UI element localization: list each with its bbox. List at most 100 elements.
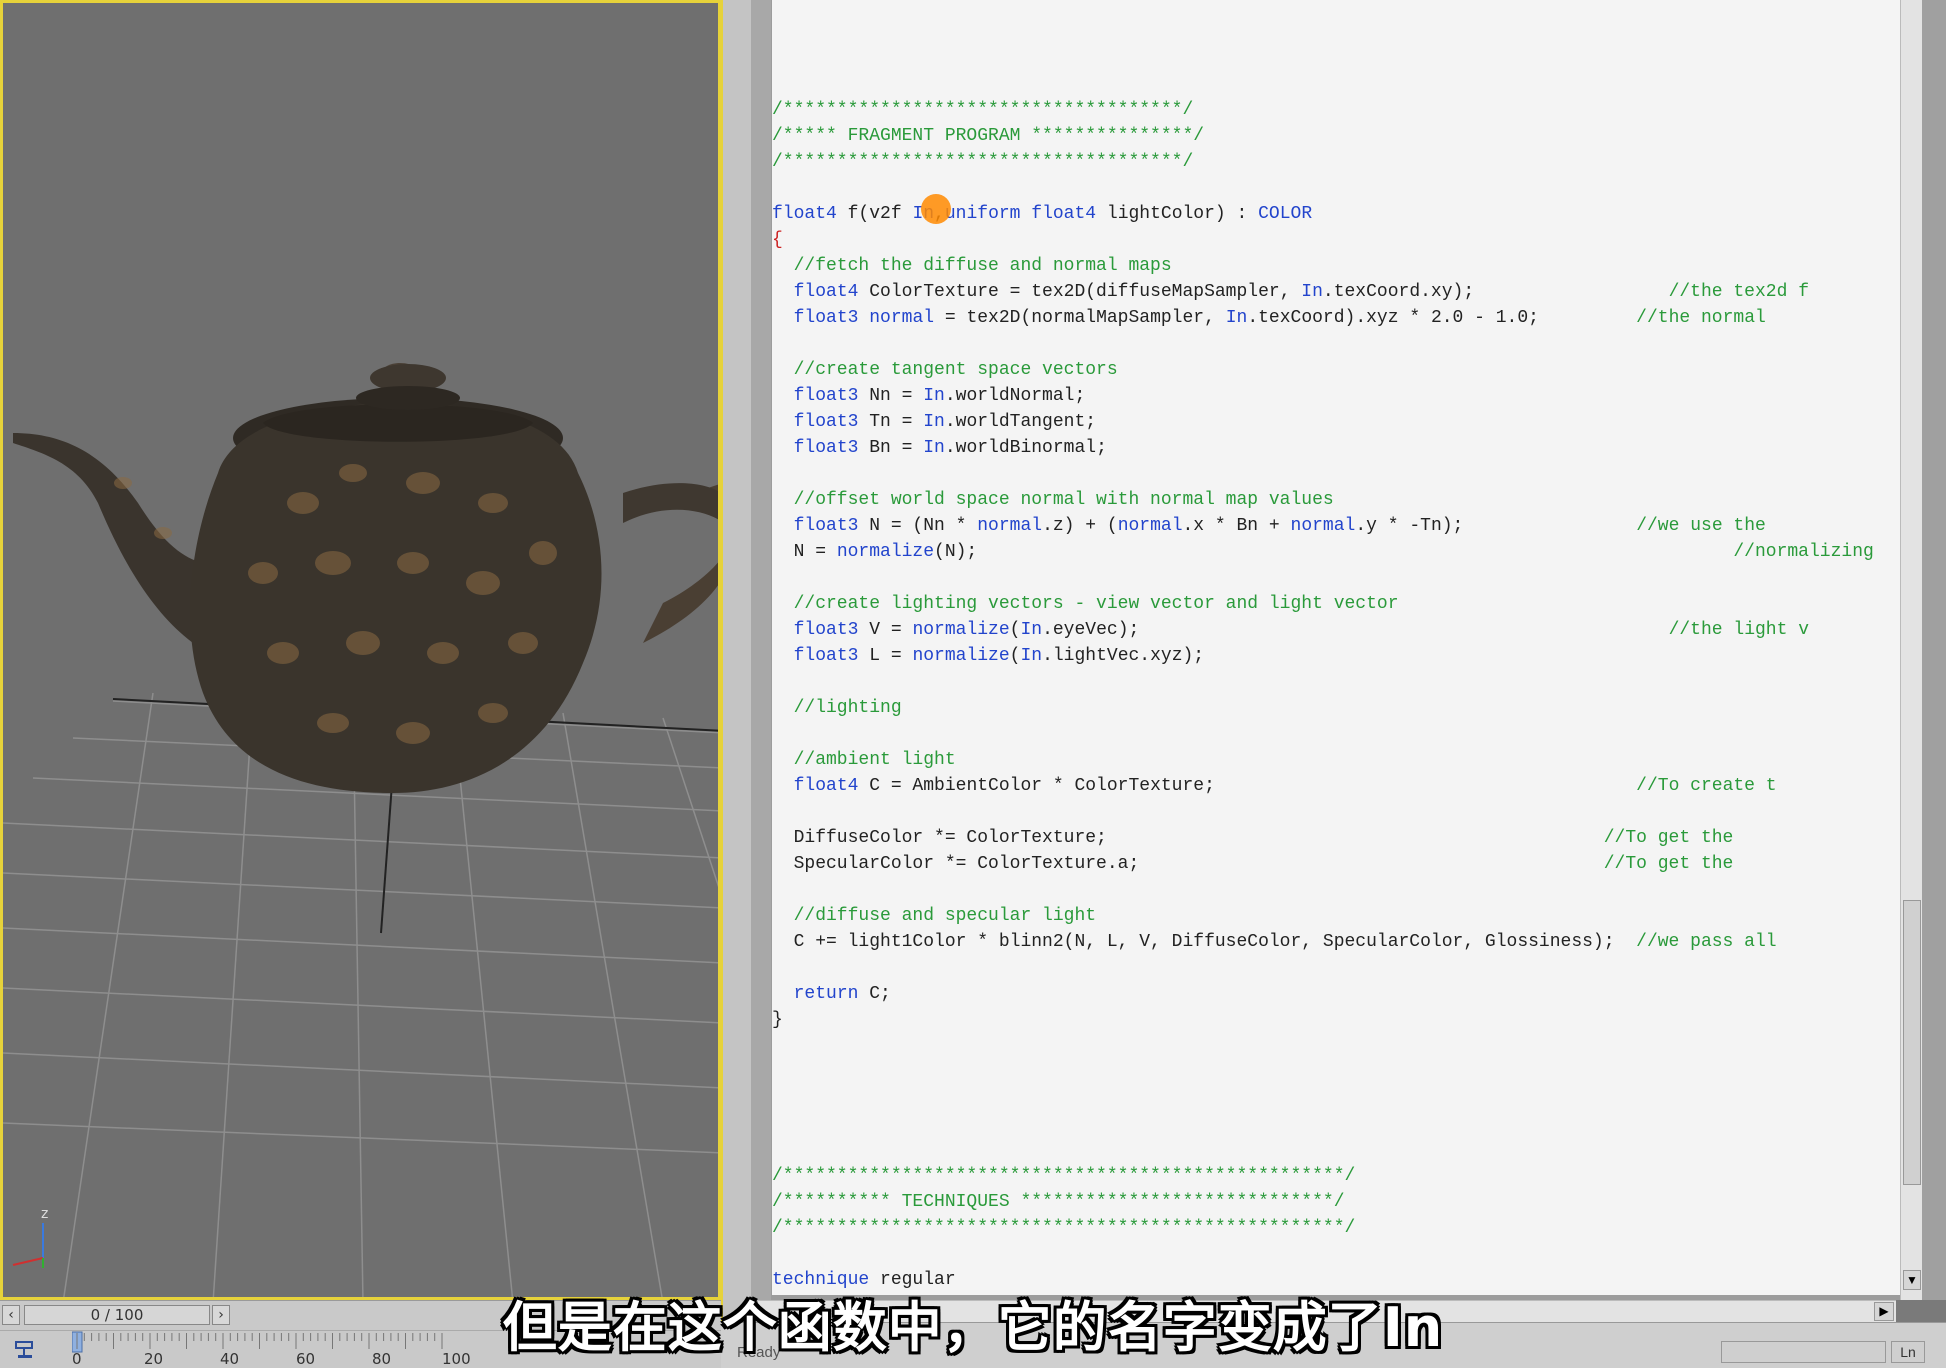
code-token: DiffuseColor *= ColorTexture;	[772, 828, 1107, 848]
code-line[interactable]: //diffuse and specular light	[772, 903, 1874, 929]
code-line[interactable]: //fetch the diffuse and normal maps	[772, 253, 1874, 279]
code-keyword: normal	[977, 516, 1043, 536]
code-line[interactable]: //create lighting vectors - view vector …	[772, 591, 1874, 617]
code-keyword: float3	[793, 646, 859, 666]
code-token: C;	[858, 984, 891, 1004]
code-keyword: float3	[793, 438, 859, 458]
code-token: = tex2D(normalMapSampler,	[934, 308, 1226, 328]
code-token: .worldBinormal;	[944, 438, 1107, 458]
code-line[interactable]: N = normalize(N); //normalizing	[772, 539, 1874, 565]
code-line[interactable]	[772, 1111, 1874, 1137]
code-line[interactable]: float3 L = normalize(In.lightVec.xyz);	[772, 643, 1874, 669]
code-token: {	[772, 230, 783, 250]
code-token: .worldTangent;	[944, 412, 1097, 432]
code-line[interactable]: float3 normal = tex2D(normalMapSampler, …	[772, 305, 1874, 331]
code-line[interactable]: float3 N = (Nn * normal.z) + (normal.x *…	[772, 513, 1874, 539]
code-line[interactable]	[772, 461, 1874, 487]
code-comment: //diffuse and specular light	[772, 906, 1097, 926]
code-line[interactable]	[772, 877, 1874, 903]
code-token: }	[772, 1010, 783, 1030]
code-line[interactable]: //offset world space normal with normal …	[772, 487, 1874, 513]
code-keyword: float4	[793, 282, 859, 302]
code-token: .texCoord.xy);	[1322, 282, 1475, 302]
code-line[interactable]: //lighting	[772, 695, 1874, 721]
code-line[interactable]: /*************************************/	[772, 97, 1874, 123]
code-keyword: normalize	[836, 542, 935, 562]
code-keyword: float4	[793, 776, 859, 796]
code-comment: //normalizing	[977, 542, 1874, 562]
code-token: .z) + (	[1042, 516, 1118, 536]
shader-code[interactable]: /*************************************/ /…	[772, 97, 1874, 1293]
code-line[interactable]	[772, 331, 1874, 357]
code-line[interactable]: float4 ColorTexture = tex2D(diffuseMapSa…	[772, 279, 1874, 305]
code-token: N = (Nn *	[858, 516, 978, 536]
code-keyword: normalize	[912, 620, 1010, 640]
code-line[interactable]: /*************************************/	[772, 149, 1874, 175]
code-line[interactable]: }	[772, 1007, 1874, 1033]
panel-divider[interactable]	[721, 0, 751, 1367]
code-line[interactable]	[772, 1137, 1874, 1163]
code-line[interactable]: /********** TECHNIQUES *****************…	[772, 1189, 1874, 1215]
code-keyword: normalize	[912, 646, 1010, 666]
code-comment: //the tex2d f	[1474, 282, 1809, 302]
code-comment: /********** TECHNIQUES *****************…	[772, 1192, 1345, 1212]
code-keyword: normal	[1117, 516, 1183, 536]
code-line[interactable]: /***** FRAGMENT PROGRAM ***************/	[772, 123, 1874, 149]
code-keyword: In	[1225, 308, 1248, 328]
code-keyword: float3	[793, 386, 859, 406]
scrollbar-thumb[interactable]	[1903, 900, 1921, 1185]
code-line[interactable]: float3 Bn = In.worldBinormal;	[772, 435, 1874, 461]
code-keyword: COLOR	[1258, 204, 1313, 224]
code-comment: //To get the	[1139, 854, 1734, 874]
code-line[interactable]	[772, 669, 1874, 695]
3d-viewport[interactable]: z	[0, 0, 721, 1300]
code-line[interactable]	[772, 721, 1874, 747]
code-line[interactable]: //ambient light	[772, 747, 1874, 773]
code-line[interactable]	[772, 565, 1874, 591]
code-keyword: return	[793, 984, 859, 1004]
code-text-area[interactable]: /*************************************/ /…	[772, 0, 1900, 1295]
code-keyword: float3	[793, 412, 859, 432]
vertical-scrollbar[interactable]: ▼	[1900, 0, 1923, 1300]
code-keyword: In	[923, 412, 945, 432]
code-line[interactable]: float3 V = normalize(In.eyeVec); //the l…	[772, 617, 1874, 643]
code-line[interactable]: {	[772, 227, 1874, 253]
code-line[interactable]	[772, 955, 1874, 981]
code-token: f(v2f	[836, 204, 913, 224]
code-comment: //fetch the diffuse and normal maps	[772, 256, 1172, 276]
code-line[interactable]: SpecularColor *= ColorTexture.a; //To ge…	[772, 851, 1874, 877]
code-token: .eyeVec);	[1042, 620, 1140, 640]
code-line[interactable]: DiffuseColor *= ColorTexture; //To get t…	[772, 825, 1874, 851]
code-line[interactable]	[772, 1033, 1874, 1059]
code-line[interactable]: C += light1Color * blinn2(N, L, V, Diffu…	[772, 929, 1874, 955]
code-line[interactable]: /***************************************…	[772, 1215, 1874, 1241]
code-line[interactable]: //create tangent space vectors	[772, 357, 1874, 383]
code-keyword: In	[1020, 646, 1043, 666]
code-comment: /***************************************…	[772, 1166, 1356, 1186]
code-line[interactable]	[772, 1241, 1874, 1267]
code-line[interactable]	[772, 1085, 1874, 1111]
code-editor: /*************************************/ /…	[751, 0, 1946, 1300]
code-token: ColorTexture = tex2D(diffuseMapSampler,	[858, 282, 1302, 302]
code-keyword: uniform float4	[944, 204, 1097, 224]
code-comment: //we use the	[1463, 516, 1766, 536]
code-line[interactable]: /***************************************…	[772, 1163, 1874, 1189]
code-token: .texCoord).xyz * 2.0 - 1.0;	[1247, 308, 1539, 328]
code-keyword: In	[1301, 282, 1323, 302]
teapot	[13, 363, 718, 793]
code-line[interactable]	[772, 799, 1874, 825]
code-line[interactable]: float4 C = AmbientColor * ColorTexture; …	[772, 773, 1874, 799]
code-line[interactable]: float3 Nn = In.worldNormal;	[772, 383, 1874, 409]
code-comment: //create lighting vectors - view vector …	[772, 594, 1399, 614]
code-token: N =	[772, 542, 837, 562]
code-line[interactable]	[772, 1059, 1874, 1085]
axis-z-label: z	[41, 1206, 49, 1222]
code-line[interactable]: float3 Tn = In.worldTangent;	[772, 409, 1874, 435]
code-line[interactable]: return C;	[772, 981, 1874, 1007]
code-keyword: In	[923, 386, 945, 406]
